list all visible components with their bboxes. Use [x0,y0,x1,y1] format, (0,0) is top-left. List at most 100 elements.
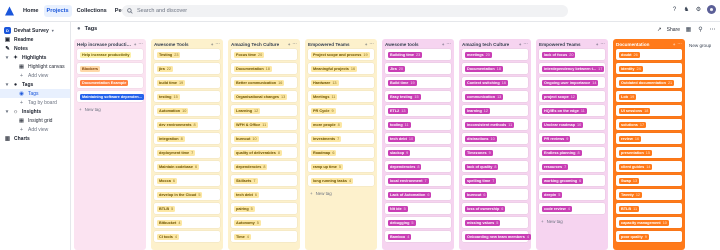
nav-projects[interactable]: Projects [43,4,72,17]
tag-card[interactable]: Focus time 20 [231,49,297,60]
tag-card[interactable]: dependencies 8 [231,161,297,172]
tag-card[interactable]: communication 13 [462,91,528,102]
tag-card[interactable]: Project scope and process 19 [308,49,374,60]
tag-card[interactable]: build time 19 [154,77,220,88]
tag-card[interactable]: Build time 19 [385,77,451,88]
sidebar-item-tags[interactable]: ◉ Tags [0,89,70,98]
tag-card[interactable]: burnout 10 [231,133,297,144]
tag-card[interactable]: code review 4 [539,203,605,214]
new-tag-button[interactable]: + New tag [310,189,377,198]
tag-card[interactable]: Twenty 12 [616,189,682,200]
tag-card[interactable]: testing 15 [154,91,220,102]
project-switcher[interactable]: D Devhat Survey ▾ [0,26,70,35]
tag-card[interactable]: more people 8 [308,119,374,130]
sidebar-item-add-view[interactable]: + Add view [0,125,70,134]
tag-card[interactable]: Lack of Automation 6 [385,189,451,200]
tag-card[interactable]: Building time 23 [385,49,451,60]
tag-card[interactable]: develop in the Cloud 5 [154,189,220,200]
tag-card[interactable]: capacity management 10 [616,217,682,228]
tag-card[interactable]: lack of focus 20 [539,49,605,60]
tag-card[interactable]: PR Cycle 9 [308,105,374,116]
tag-card[interactable]: tech debt 10 [385,133,451,144]
app-logo[interactable] [0,0,18,22]
add-tag-icon[interactable]: + [134,42,137,47]
search-icon[interactable]: ⚲ [697,26,704,33]
tag-card[interactable]: distractions 10 [462,133,528,144]
tag-card[interactable]: spelling time 7 [462,175,528,186]
more-icon[interactable]: ⋯ [292,41,297,47]
add-tag-icon[interactable]: + [211,42,214,47]
tag-card[interactable]: BTLB 5 [154,203,220,214]
tag-card[interactable]: Documentation 18 [462,63,528,74]
tag-card[interactable]: Autonomy 5 [231,217,297,228]
search-bar[interactable]: Search and discover [122,5,568,17]
more-icon[interactable]: ⋯ [369,41,374,47]
tag-card[interactable]: inconsistent methods 11 [462,119,528,130]
tag-card[interactable]: Jira 20 [385,63,451,74]
new-tag-button[interactable]: + New tag [79,105,146,114]
tag-card[interactable]: resources 7 [539,161,605,172]
tag-card[interactable]: interdependency between t... 17 [539,63,605,74]
tag-card[interactable]: integration 8 [154,133,220,144]
nav-home[interactable]: Home [20,5,42,17]
new-tag-button[interactable]: + New tag [541,217,608,226]
tag-card[interactable]: Ongoing user importance 14 [539,77,605,88]
tag-card[interactable]: Outdated documentation 21 [616,77,682,88]
share-icon[interactable]: ↗ [657,27,662,33]
tag-card[interactable]: pairing 5 [231,203,297,214]
tag-card[interactable]: local environment 7 [385,175,451,186]
tag-card[interactable]: Nit ide 5 [385,203,451,214]
tag-card[interactable]: Timezones 9 [462,147,528,158]
tag-card[interactable]: Maintain codebase 6 [154,161,220,172]
tag-card[interactable]: Better communication 16 [231,77,297,88]
sidebar-item-highlights[interactable]: ▾ ✦ Highlights [0,53,70,62]
tag-card[interactable]: HQ/IEs on the edge 11 [539,105,605,116]
view-settings-icon[interactable]: ▦ [685,26,692,33]
new-group-button[interactable]: New group [689,43,711,48]
nav-collections[interactable]: Collections [74,5,110,17]
tag-card[interactable]: PR reviews 9 [539,133,605,144]
notifications-icon[interactable]: ♞ [683,6,690,13]
tag-card[interactable]: client guides 14 [616,161,682,172]
tag-card[interactable]: Roadmap 6 [308,147,374,158]
tag-card[interactable]: Documentation 18 [231,63,297,74]
tag-card[interactable]: dependencies 8 [385,161,451,172]
tag-card[interactable]: poor quality 9 [616,231,682,242]
more-icon[interactable]: ⋯ [600,41,605,47]
sidebar-item-tag-by-board[interactable]: + Tag by board [0,98,70,107]
tag-card[interactable]: Blockers [77,63,143,74]
sidebar-item-insight-grid[interactable]: ▦ Insight grid [0,116,70,125]
add-tag-icon[interactable]: + [442,42,445,47]
tag-card[interactable]: WFH & Office 11 [231,119,297,130]
add-tag-icon[interactable]: + [673,42,676,47]
tag-card[interactable]: Maintaining software dependen... [77,91,144,102]
tag-card[interactable]: Hardware 13 [308,77,374,88]
sidebar-item-charts[interactable]: ▥ Charts [0,134,70,143]
tag-card[interactable]: Time 4 [231,231,297,242]
more-icon[interactable]: ⋯ [523,41,528,47]
sidebar-item-notes[interactable]: ✎ Notes [0,44,70,53]
settings-icon[interactable]: ⚙ [695,6,702,13]
tag-card[interactable]: quality of deliverables 8 [231,147,297,158]
tag-card[interactable]: Unclear roadmap 10 [539,119,605,130]
tag-card[interactable]: Automation 10 [154,105,220,116]
tag-card[interactable]: Bamboo 4 [385,231,451,242]
tag-card[interactable]: Endless planning 8 [539,147,605,158]
tag-card[interactable]: Learning 12 [231,105,297,116]
tag-card[interactable]: Testing 23 [154,49,220,60]
help-icon[interactable]: ? [671,6,678,13]
tag-card[interactable]: ETL2 13 [385,105,451,116]
more-icon[interactable]: ⋯ [709,26,716,33]
sidebar-item-highlight-canvas[interactable]: ▦ Highlight canvas [0,62,70,71]
tag-card[interactable]: working grooming 6 [539,175,605,186]
tag-card[interactable]: Skillsets 7 [231,175,297,186]
tag-card[interactable]: tooling 11 [385,119,451,130]
tag-card[interactable]: Documentation Example [77,77,143,88]
share-button[interactable]: Share [667,27,680,33]
tag-card[interactable]: solutions 17 [616,119,682,130]
tag-card[interactable]: project scope 12 [539,91,605,102]
tag-card[interactable]: ramp up time 5 [308,161,374,172]
chevron-down-icon[interactable]: ▾ [4,55,10,61]
tag-card[interactable]: presentation 15 [616,147,682,158]
tag-card[interactable]: dev environments 8 [154,119,220,130]
